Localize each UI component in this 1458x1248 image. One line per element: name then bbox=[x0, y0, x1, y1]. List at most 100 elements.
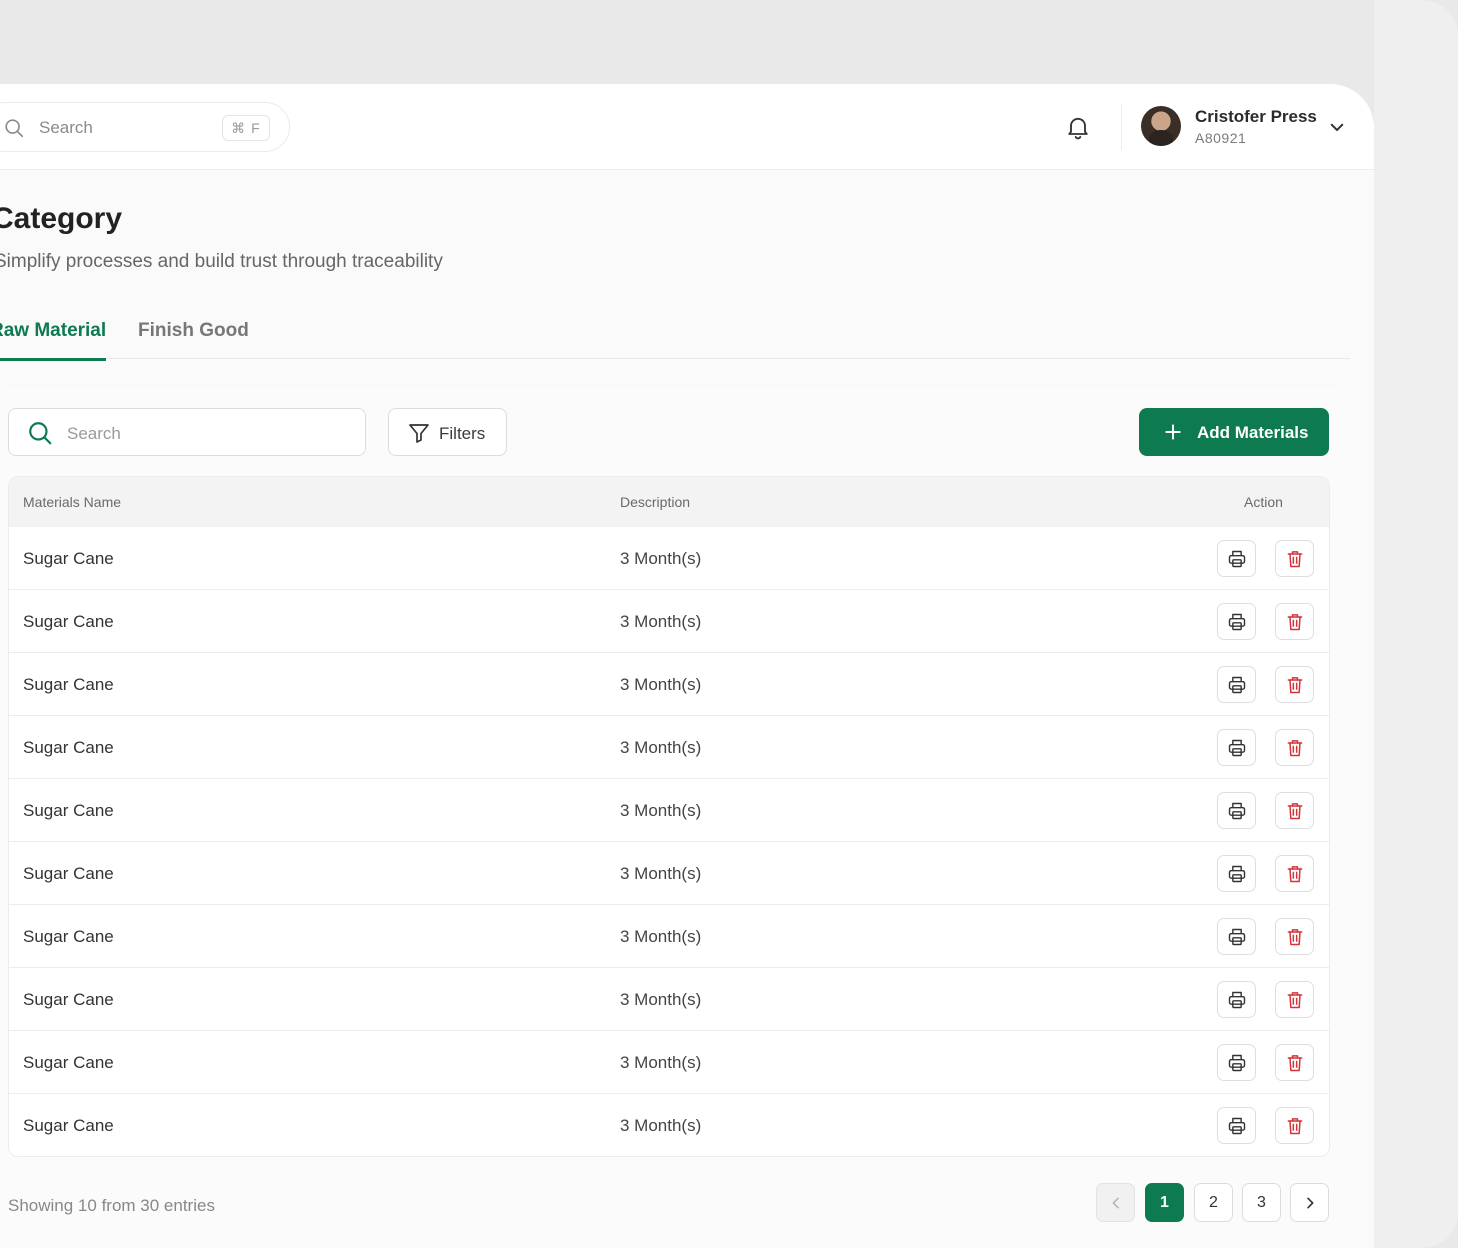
trash-icon bbox=[1287, 803, 1303, 820]
global-search-input[interactable]: Search ⌘ F bbox=[0, 102, 290, 152]
cell-description: 3 Month(s) bbox=[620, 549, 702, 568]
materials-table: Materials Name Description Action Sugar … bbox=[8, 476, 1330, 1157]
table-row: Sugar Cane 3 Month(s) bbox=[9, 842, 1329, 905]
printer-icon bbox=[1228, 739, 1246, 757]
cell-material-name: Sugar Cane bbox=[23, 864, 114, 883]
delete-button[interactable] bbox=[1275, 729, 1314, 766]
print-button[interactable] bbox=[1217, 603, 1256, 640]
filters-label: Filters bbox=[439, 424, 486, 443]
table-row: Sugar Cane 3 Month(s) bbox=[9, 590, 1329, 653]
global-search-placeholder: Search bbox=[39, 118, 93, 137]
pagination-page-1[interactable]: 1 bbox=[1145, 1183, 1184, 1222]
table-header: Materials Name Description Action bbox=[9, 477, 1329, 527]
cell-material-name: Sugar Cane bbox=[23, 927, 114, 946]
cell-material-name: Sugar Cane bbox=[23, 675, 114, 694]
right-gutter bbox=[1374, 0, 1458, 1248]
topbar: Search ⌘ F Cristofer Press A80921 bbox=[0, 84, 1374, 170]
cell-material-name: Sugar Cane bbox=[23, 549, 114, 568]
table-row: Sugar Cane 3 Month(s) bbox=[9, 653, 1329, 716]
print-button[interactable] bbox=[1217, 981, 1256, 1018]
cell-description: 3 Month(s) bbox=[620, 864, 702, 883]
print-button[interactable] bbox=[1217, 666, 1256, 703]
trash-icon bbox=[1287, 740, 1303, 757]
header-divider bbox=[1121, 104, 1122, 150]
cell-description: 3 Month(s) bbox=[620, 675, 702, 694]
delete-button[interactable] bbox=[1275, 1044, 1314, 1081]
print-button[interactable] bbox=[1217, 729, 1256, 766]
cell-description: 3 Month(s) bbox=[620, 801, 702, 820]
printer-icon bbox=[1228, 991, 1246, 1009]
chevron-down-icon[interactable] bbox=[1328, 118, 1346, 136]
trash-icon bbox=[1287, 551, 1303, 568]
add-materials-button[interactable]: Add Materials bbox=[1139, 408, 1329, 456]
print-button[interactable] bbox=[1217, 855, 1256, 892]
table-search-input[interactable]: Search bbox=[8, 408, 366, 456]
trash-icon bbox=[1287, 677, 1303, 694]
trash-icon bbox=[1287, 614, 1303, 631]
category-tabs: Raw Material Finish Good bbox=[0, 316, 1350, 361]
cell-description: 3 Month(s) bbox=[620, 1053, 702, 1072]
bell-icon[interactable] bbox=[1064, 112, 1092, 142]
tab-raw-material[interactable]: Raw Material bbox=[0, 320, 107, 361]
materials-card: Search Filters Add Materials Materials N… bbox=[0, 388, 1350, 1248]
filter-icon bbox=[409, 424, 429, 443]
printer-icon bbox=[1228, 1054, 1246, 1072]
trash-icon bbox=[1287, 1118, 1303, 1135]
pagination-prev-button[interactable] bbox=[1096, 1183, 1135, 1222]
user-name: Cristofer Press bbox=[1195, 107, 1317, 126]
delete-button[interactable] bbox=[1275, 981, 1314, 1018]
table-row: Sugar Cane 3 Month(s) bbox=[9, 905, 1329, 968]
filters-button[interactable]: Filters bbox=[388, 408, 507, 456]
print-button[interactable] bbox=[1217, 1107, 1256, 1144]
table-row: Sugar Cane 3 Month(s) bbox=[9, 1094, 1329, 1156]
column-header-description: Description bbox=[620, 494, 691, 510]
table-row: Sugar Cane 3 Month(s) bbox=[9, 1031, 1329, 1094]
cell-material-name: Sugar Cane bbox=[23, 1053, 114, 1072]
search-shortcut-badge: ⌘ F bbox=[222, 115, 270, 141]
printer-icon bbox=[1228, 1117, 1246, 1135]
cell-description: 3 Month(s) bbox=[620, 738, 702, 757]
search-icon bbox=[29, 422, 52, 445]
plus-icon bbox=[1165, 424, 1181, 440]
delete-button[interactable] bbox=[1275, 1107, 1314, 1144]
entries-summary: Showing 10 from 30 entries bbox=[8, 1196, 215, 1215]
cell-description: 3 Month(s) bbox=[620, 927, 702, 946]
print-button[interactable] bbox=[1217, 792, 1256, 829]
avatar[interactable] bbox=[1141, 106, 1181, 146]
delete-button[interactable] bbox=[1275, 855, 1314, 892]
add-materials-label: Add Materials bbox=[1197, 423, 1309, 442]
page-title: Category bbox=[0, 202, 123, 235]
search-icon bbox=[5, 119, 24, 138]
delete-button[interactable] bbox=[1275, 666, 1314, 703]
print-button[interactable] bbox=[1217, 540, 1256, 577]
trash-icon bbox=[1287, 992, 1303, 1009]
table-search-placeholder: Search bbox=[67, 424, 121, 443]
cell-material-name: Sugar Cane bbox=[23, 990, 114, 1009]
pagination-page-2[interactable]: 2 bbox=[1194, 1183, 1233, 1222]
printer-icon bbox=[1228, 676, 1246, 694]
printer-icon bbox=[1228, 550, 1246, 568]
trash-icon bbox=[1287, 929, 1303, 946]
delete-button[interactable] bbox=[1275, 918, 1314, 955]
delete-button[interactable] bbox=[1275, 603, 1314, 640]
cell-material-name: Sugar Cane bbox=[23, 1116, 114, 1135]
pagination-page-3[interactable]: 3 bbox=[1242, 1183, 1281, 1222]
app-window: Search ⌘ F Cristofer Press A80921 Catego… bbox=[0, 84, 1374, 1248]
delete-button[interactable] bbox=[1275, 792, 1314, 829]
chevron-right-icon bbox=[1306, 1197, 1313, 1208]
delete-button[interactable] bbox=[1275, 540, 1314, 577]
column-header-name: Materials Name bbox=[23, 494, 122, 510]
table-row: Sugar Cane 3 Month(s) bbox=[9, 527, 1329, 590]
chevron-left-icon bbox=[1112, 1197, 1119, 1208]
column-header-action: Action bbox=[1244, 494, 1283, 510]
table-row: Sugar Cane 3 Month(s) bbox=[9, 779, 1329, 842]
print-button[interactable] bbox=[1217, 1044, 1256, 1081]
print-button[interactable] bbox=[1217, 918, 1256, 955]
tab-finish-good[interactable]: Finish Good bbox=[138, 320, 249, 342]
cell-description: 3 Month(s) bbox=[620, 1116, 702, 1135]
trash-icon bbox=[1287, 1055, 1303, 1072]
pagination-next-button[interactable] bbox=[1290, 1183, 1329, 1222]
printer-icon bbox=[1228, 802, 1246, 820]
cell-description: 3 Month(s) bbox=[620, 990, 702, 1009]
table-body: Sugar Cane 3 Month(s) Sugar Cane 3 Month(s)… bbox=[9, 527, 1329, 1156]
